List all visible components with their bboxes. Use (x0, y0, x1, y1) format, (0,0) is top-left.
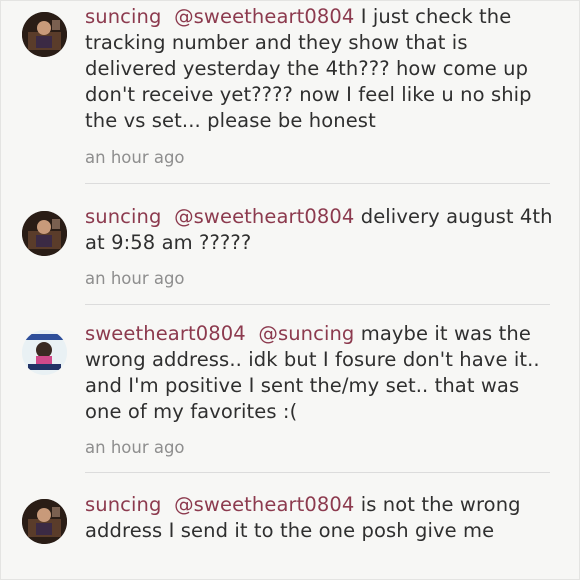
user-avatar[interactable] (22, 330, 67, 375)
comment-timestamp: an hour ago (85, 438, 185, 457)
comment-mention[interactable]: @sweetheart0804 (174, 493, 354, 516)
comment-mention[interactable]: @suncing (258, 322, 354, 345)
comment-mention[interactable]: @sweetheart0804 (174, 205, 354, 228)
user-avatar[interactable] (22, 211, 67, 256)
avatar-photo-icon (22, 12, 67, 57)
comment-username[interactable]: suncing (85, 493, 161, 516)
comment-timestamp: an hour ago (85, 148, 185, 167)
user-avatar[interactable] (22, 12, 67, 57)
user-avatar[interactable] (22, 499, 67, 544)
comment-timestamp: an hour ago (85, 269, 185, 288)
comment-username[interactable]: suncing (85, 5, 161, 28)
comment-text: suncing @sweetheart0804 is not the wrong… (85, 492, 555, 544)
avatar-photo-icon (22, 499, 67, 544)
comment-username[interactable]: suncing (85, 205, 161, 228)
comment-text: suncing @sweetheart0804 delivery august … (85, 204, 555, 256)
comment-text: sweetheart0804 @suncing maybe it was the… (85, 321, 555, 425)
comment-divider (85, 183, 550, 184)
comment-divider (85, 304, 550, 305)
comment-text: suncing @sweetheart0804 I just check the… (85, 4, 555, 134)
avatar-photo-icon (22, 330, 67, 375)
avatar-photo-icon (22, 211, 67, 256)
comment-username[interactable]: sweetheart0804 (85, 322, 246, 345)
comment-mention[interactable]: @sweetheart0804 (174, 5, 354, 28)
comment-divider (85, 472, 550, 473)
